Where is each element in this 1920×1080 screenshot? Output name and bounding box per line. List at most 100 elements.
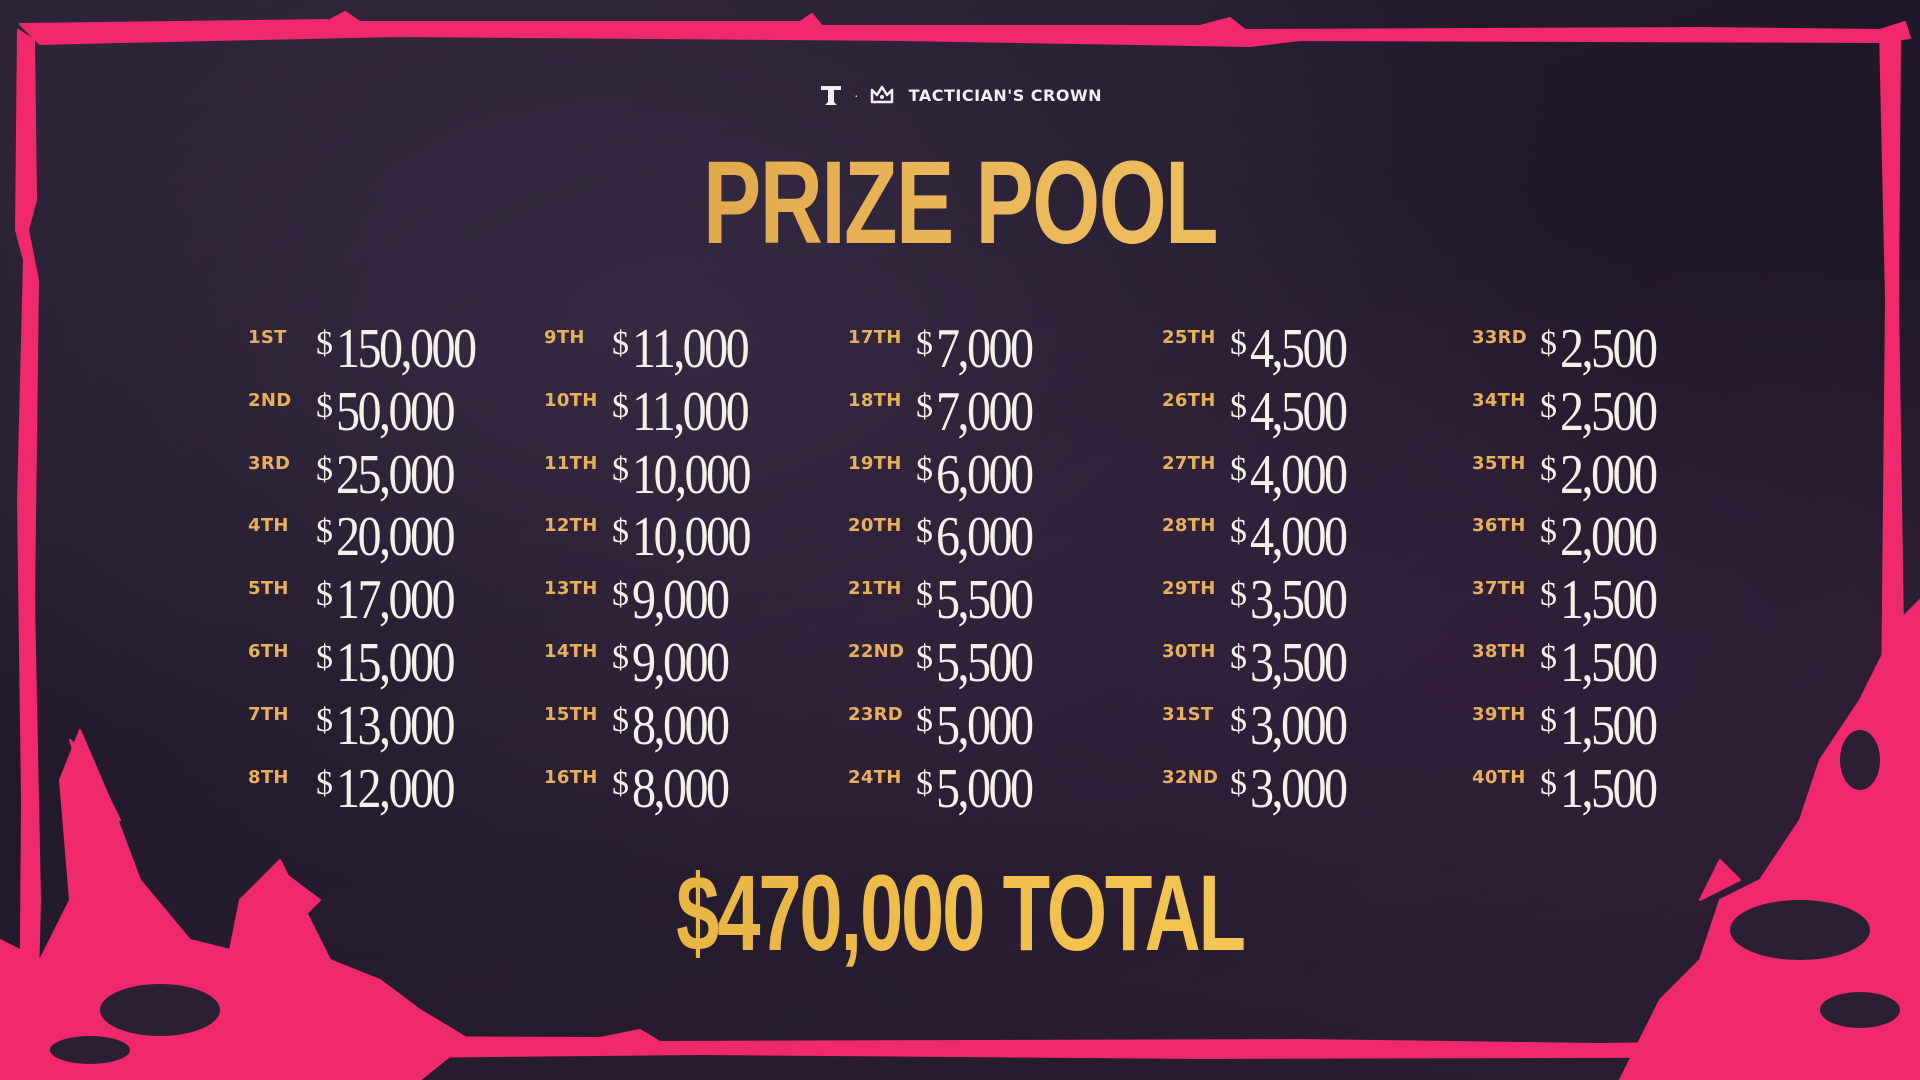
prize-amount: 12,000 [336,757,456,820]
crown-icon [870,85,893,104]
prize-entry: 37TH $1,500 [1472,569,1728,632]
currency-symbol: $ [916,387,933,425]
prize-entry: 26TH $4,500 [1162,381,1472,444]
currency-symbol: $ [916,450,933,488]
prize-entry: 5TH $17,000 [248,569,544,632]
prize-place: 18TH [848,389,902,411]
prize-entry: 31ST $3,000 [1162,695,1472,758]
prize-place: 8TH [248,766,289,788]
currency-symbol: $ [1540,450,1557,488]
currency-symbol: $ [612,701,629,739]
prize-amount: 13,000 [336,694,456,757]
prize-amount: 4,000 [1250,506,1348,569]
currency-symbol: $ [612,387,629,425]
prize-amount: 4,500 [1250,318,1348,380]
prize-amount: 5,000 [936,757,1034,820]
prize-entry: 9TH $11,000 [544,318,848,381]
currency-symbol: $ [1540,764,1557,802]
prize-amount: 11,000 [632,318,750,380]
prize-place: 31ST [1162,703,1214,725]
prize-entry: 21TH $5,500 [848,569,1162,632]
prize-entry: 10TH $11,000 [544,381,848,444]
prize-entry: 3RD $25,000 [248,444,544,507]
prize-place: 5TH [248,578,289,600]
prize-place: 24TH [848,766,902,788]
prize-entry: 34TH $2,500 [1472,381,1728,444]
prize-entry: 18TH $7,000 [848,381,1162,444]
currency-symbol: $ [1540,325,1557,362]
prize-entry: 24TH $5,000 [848,758,1162,821]
prize-place: 12TH [544,515,598,537]
prize-amount: 9,000 [632,569,730,632]
prize-place: 27TH [1162,452,1216,474]
prize-amount: 1,500 [1560,757,1658,820]
currency-symbol: $ [612,638,629,676]
prize-place: 32ND [1162,766,1219,788]
prize-amount: 7,000 [936,380,1034,443]
currency-symbol: $ [916,764,933,802]
prize-amount: 5,000 [936,694,1034,757]
prize-place: 29TH [1162,578,1216,600]
prize-entry: 35TH $2,000 [1472,444,1728,507]
prize-entry: 6TH $15,000 [248,632,544,695]
prize-entry: 4TH $20,000 [248,506,544,569]
currency-symbol: $ [1230,387,1247,425]
prize-place: 19TH [848,452,902,474]
prize-entry: 39TH $1,500 [1472,695,1728,758]
prize-place: 40TH [1472,766,1526,788]
currency-symbol: $ [1230,576,1247,614]
prize-place: 10TH [544,389,598,411]
prize-entry: 11TH $10,000 [544,444,848,507]
prize-place: 13TH [544,578,598,600]
currency-symbol: $ [316,701,333,739]
prize-entry: 27TH $4,000 [1162,444,1472,507]
prize-entry: 40TH $1,500 [1472,758,1728,821]
currency-symbol: $ [316,450,333,488]
prize-place: 34TH [1472,389,1526,411]
prize-amount: 1,500 [1560,694,1658,757]
prize-amount: 2,000 [1560,506,1658,569]
currency-symbol: $ [316,513,333,551]
currency-symbol: $ [612,513,629,551]
prize-amount: 3,500 [1250,631,1348,694]
prize-entry: 13TH $9,000 [544,569,848,632]
prize-place: 16TH [544,766,598,788]
prize-place: 36TH [1472,515,1526,537]
prize-amount: 10,000 [632,443,752,506]
prize-place: 4TH [248,515,289,537]
prize-place: 22ND [848,640,905,662]
prize-amount: 8,000 [632,757,730,820]
prize-amount: 7,000 [936,318,1034,380]
prize-place: 21TH [848,578,902,600]
prize-place: 7TH [248,703,289,725]
prize-amount: 15,000 [336,631,456,694]
prize-amount: 3,000 [1250,757,1348,820]
prize-entry: 25TH $4,500 [1162,318,1472,381]
prize-entry: 20TH $6,000 [848,506,1162,569]
prize-entry: 7TH $13,000 [248,695,544,758]
prize-entry: 28TH $4,000 [1162,506,1472,569]
currency-symbol: $ [916,513,933,551]
brand-separator: · [854,87,859,103]
currency-symbol: $ [612,450,629,488]
prize-place: 30TH [1162,640,1216,662]
prize-entry: 16TH $8,000 [544,758,848,821]
prize-amount: 3,000 [1250,694,1348,757]
prize-place: 26TH [1162,389,1216,411]
currency-symbol: $ [316,387,333,425]
prize-place: 11TH [544,452,598,474]
currency-symbol: $ [1540,513,1557,551]
prize-place: 17TH [848,327,902,348]
prize-amount: 150,000 [336,318,477,380]
currency-symbol: $ [316,638,333,676]
prize-amount: 50,000 [336,380,456,443]
prize-entry: 36TH $2,000 [1472,506,1728,569]
prize-place: 1ST [248,327,287,348]
prize-entry: 30TH $3,500 [1162,632,1472,695]
prize-entry: 29TH $3,500 [1162,569,1472,632]
currency-symbol: $ [316,576,333,614]
brand-name: TACTICIAN'S CROWN [908,85,1102,105]
prize-place: 9TH [544,327,585,348]
prize-entry: 1ST $150,000 [248,318,544,381]
prize-amount: 2,000 [1560,443,1658,506]
